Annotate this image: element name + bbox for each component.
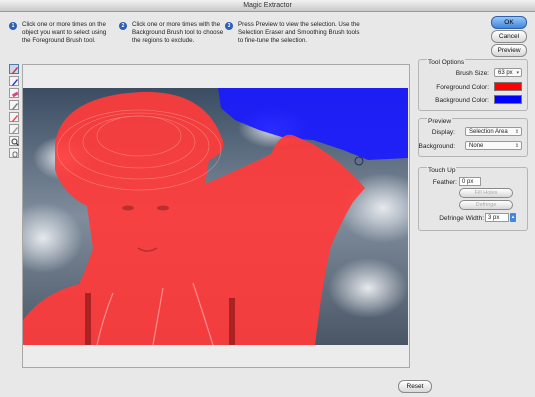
fill-holes-button[interactable]: Fill Holes	[459, 188, 513, 198]
tool-palette	[9, 64, 21, 160]
point-eraser-icon[interactable]	[9, 88, 19, 98]
foreground-color-label: Foreground Color:	[436, 84, 489, 91]
remove-from-selection-icon[interactable]	[9, 112, 19, 122]
hand-icon[interactable]	[9, 148, 19, 158]
defringe-button[interactable]: Defringe	[459, 200, 513, 210]
photo-boy-with-hat	[23, 88, 408, 345]
touch-up-title: Touch Up	[427, 167, 457, 174]
instructions-panel: 1 Click one or more times on the object …	[9, 17, 409, 51]
touch-up-group: Touch Up Feather: 0 px Fill Holes Defrin…	[418, 167, 528, 231]
add-to-selection-icon[interactable]	[9, 100, 19, 110]
foreground-color-swatch[interactable]	[494, 82, 522, 91]
instruction-text: Press Preview to view the selection. Use…	[238, 21, 360, 44]
feather-label: Feather:	[432, 179, 457, 186]
tool-options-title: Tool Options	[427, 59, 466, 66]
feather-input[interactable]: 0 px	[459, 177, 481, 186]
reset-button[interactable]: Reset	[398, 380, 432, 393]
dropdown-arrow-icon: ▾	[516, 70, 519, 76]
defringe-stepper-icon[interactable]: ▴	[510, 213, 516, 222]
background-color-label: Background Color:	[435, 97, 489, 104]
dropdown-arrow-icon: ⇕	[514, 143, 519, 149]
step-number-badge: 1	[9, 22, 17, 30]
preview-button[interactable]: Preview	[491, 44, 527, 57]
background-label: Background:	[418, 143, 456, 150]
background-select[interactable]: None ⇕	[465, 141, 522, 150]
zoom-icon[interactable]	[9, 136, 19, 146]
window-title: Magic Extractor	[0, 0, 535, 12]
ok-button[interactable]: OK	[491, 16, 527, 29]
step-number-badge: 2	[119, 22, 127, 30]
defringe-width-input[interactable]: 3 px	[485, 213, 509, 222]
tool-options-group: Tool Options Brush Size: 63 px ▾ Foregrou…	[418, 59, 528, 111]
step-number-badge: 3	[225, 22, 233, 30]
instruction-text: Click one or more times with the Backgro…	[132, 21, 224, 44]
photo-preview[interactable]	[23, 88, 408, 345]
foreground-brush-icon[interactable]	[9, 64, 19, 74]
brush-size-label: Brush Size:	[455, 70, 489, 77]
smoothing-brush-icon[interactable]	[9, 124, 19, 134]
defringe-width-label: Defringe Width:	[439, 215, 484, 222]
cancel-button[interactable]: Cancel	[491, 30, 527, 43]
background-brush-icon[interactable]	[9, 76, 19, 86]
preview-title: Preview	[427, 118, 453, 125]
brush-size-field[interactable]: 63 px ▾	[494, 68, 522, 77]
display-select[interactable]: Selection Area ⇕	[465, 127, 522, 136]
preview-group: Preview Display: Selection Area ⇕ Backgro…	[418, 118, 528, 157]
background-color-swatch[interactable]	[494, 95, 522, 104]
instruction-text: Click one or more times on the object yo…	[22, 21, 107, 44]
dropdown-arrow-icon: ⇕	[514, 129, 519, 135]
display-label: Display:	[431, 129, 455, 136]
